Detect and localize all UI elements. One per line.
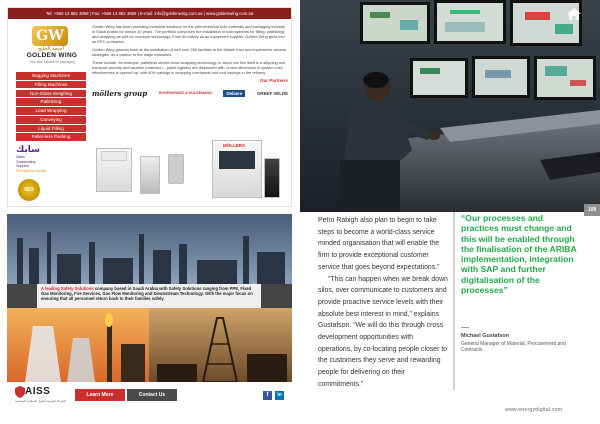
control-room-illustration xyxy=(300,0,600,212)
contact-us-button[interactable]: Contact Us xyxy=(127,389,177,401)
learn-more-button[interactable]: Learn More xyxy=(75,389,125,401)
gw-services-menu: Bagging Machines Filling Machines Non-Gl… xyxy=(12,72,90,142)
gw-paragraph: These include, for example, palletless s… xyxy=(92,60,287,75)
article-body: Petro Rabigh also plan to begin to take … xyxy=(318,215,448,391)
gw-menu-item[interactable]: Pallet-less Packing xyxy=(16,133,86,142)
gw-paragraph: Golden Wing glances back at the installa… xyxy=(92,47,286,57)
sabic-line: Recognition Award xyxy=(16,168,46,173)
sabic-award: سابك Sabic Outstanding Supplier Recognit… xyxy=(16,145,90,173)
gw-contact-bar: Tel: +966 13 882 4858 | Fax: +966 13 882… xyxy=(8,8,291,19)
partner-logo-delaere: Delaere xyxy=(223,89,246,97)
gw-partner-logos: möllers group ROSENKRANZ & HÜLSEMANN Del… xyxy=(92,86,288,100)
aiss-advert: A leading Safety Solutions company based… xyxy=(7,214,292,410)
gw-brand-name: GOLDEN WING xyxy=(26,52,78,59)
small-machine xyxy=(168,154,184,184)
bagging-machine: MÖLLERS xyxy=(212,140,262,198)
gw-brand-tagline: Your total solution for packaging xyxy=(29,60,75,64)
partner-logo-rosenkranz: ROSENKRANZ & HÜLSEMANN xyxy=(158,91,212,95)
packaging-machines-image: MÖLLERS xyxy=(96,138,286,204)
facebook-icon[interactable]: f xyxy=(263,391,272,400)
linkedin-icon[interactable]: in xyxy=(275,391,284,400)
gw-menu-item[interactable]: Liquid Filling xyxy=(16,124,86,133)
aiss-shield-icon xyxy=(15,386,25,398)
quote-attribution-name: Michael Gustafson xyxy=(461,333,509,339)
gw-logo: GW أجنحة الخليج GOLDEN WING Your total s… xyxy=(16,24,86,68)
aiss-footer: AISS الشركة العربية لحلول السلامة الصناع… xyxy=(7,382,292,410)
gw-menu-item[interactable]: Load Wrapping xyxy=(16,107,86,115)
gw-sidebar: GW أجنحة الخليج GOLDEN WING Your total s… xyxy=(12,24,90,204)
hood-machine xyxy=(96,148,132,192)
aiss-banner-text: A leading Safety Solutions company based… xyxy=(41,286,257,302)
gw-menu-item[interactable]: Palletizing xyxy=(16,98,86,106)
page-number-tab[interactable]: 109 xyxy=(584,204,600,216)
article-paragraph: Petro Rabigh also plan to begin to take … xyxy=(318,217,440,271)
gw-partners-title: Our Partners xyxy=(259,78,288,83)
aiss-logo-arabic: الشركة العربية لحلول السلامة الصناعية xyxy=(15,399,67,403)
iso-seal-icon: ISO 9001 xyxy=(18,179,40,201)
gw-menu-item[interactable]: Filling Machines xyxy=(16,80,86,89)
dark-cabinet xyxy=(264,158,280,198)
gw-paragraph: Golden Wing has been providing industria… xyxy=(92,24,286,44)
aiss-logo-name: AISS xyxy=(25,386,51,397)
gw-logo-mark: GW xyxy=(32,26,68,46)
aiss-banner: A leading Safety Solutions company based… xyxy=(37,284,261,308)
gw-menu-item[interactable]: Non-Glass Weighing xyxy=(16,89,86,98)
quote-divider xyxy=(453,212,455,390)
home-icon[interactable] xyxy=(566,6,582,22)
article-paragraph: “This can happen when we break down silo… xyxy=(318,275,448,388)
aiss-logo: AISS الشركة العربية لحلول السلامة الصناع… xyxy=(15,384,71,408)
gw-menu-item[interactable]: Bagging Machines xyxy=(16,72,86,80)
column-machine xyxy=(140,156,160,194)
partner-logo-mollers: möllers group xyxy=(92,88,148,98)
site-url[interactable]: www.energydigital.com xyxy=(505,407,562,413)
pull-quote: “Our processes and practices must change… xyxy=(461,213,577,296)
machine-label: MÖLLERS xyxy=(223,143,245,148)
gw-menu-item[interactable]: Conveying xyxy=(16,115,86,124)
sabic-logo-arabic: سابك xyxy=(16,145,40,156)
quote-dash xyxy=(461,327,469,328)
control-room-photo xyxy=(300,0,600,212)
refinery-collage-image xyxy=(7,214,292,383)
partner-logo-greef: GREEF VELDE xyxy=(257,90,288,96)
quote-attribution-title: General Manager of Material, Procurement… xyxy=(461,341,566,354)
golden-wing-advert: Tel: +966 13 882 4858 | Fax: +966 13 882… xyxy=(7,7,292,207)
gw-body: Golden Wing has been providing industria… xyxy=(92,24,288,100)
